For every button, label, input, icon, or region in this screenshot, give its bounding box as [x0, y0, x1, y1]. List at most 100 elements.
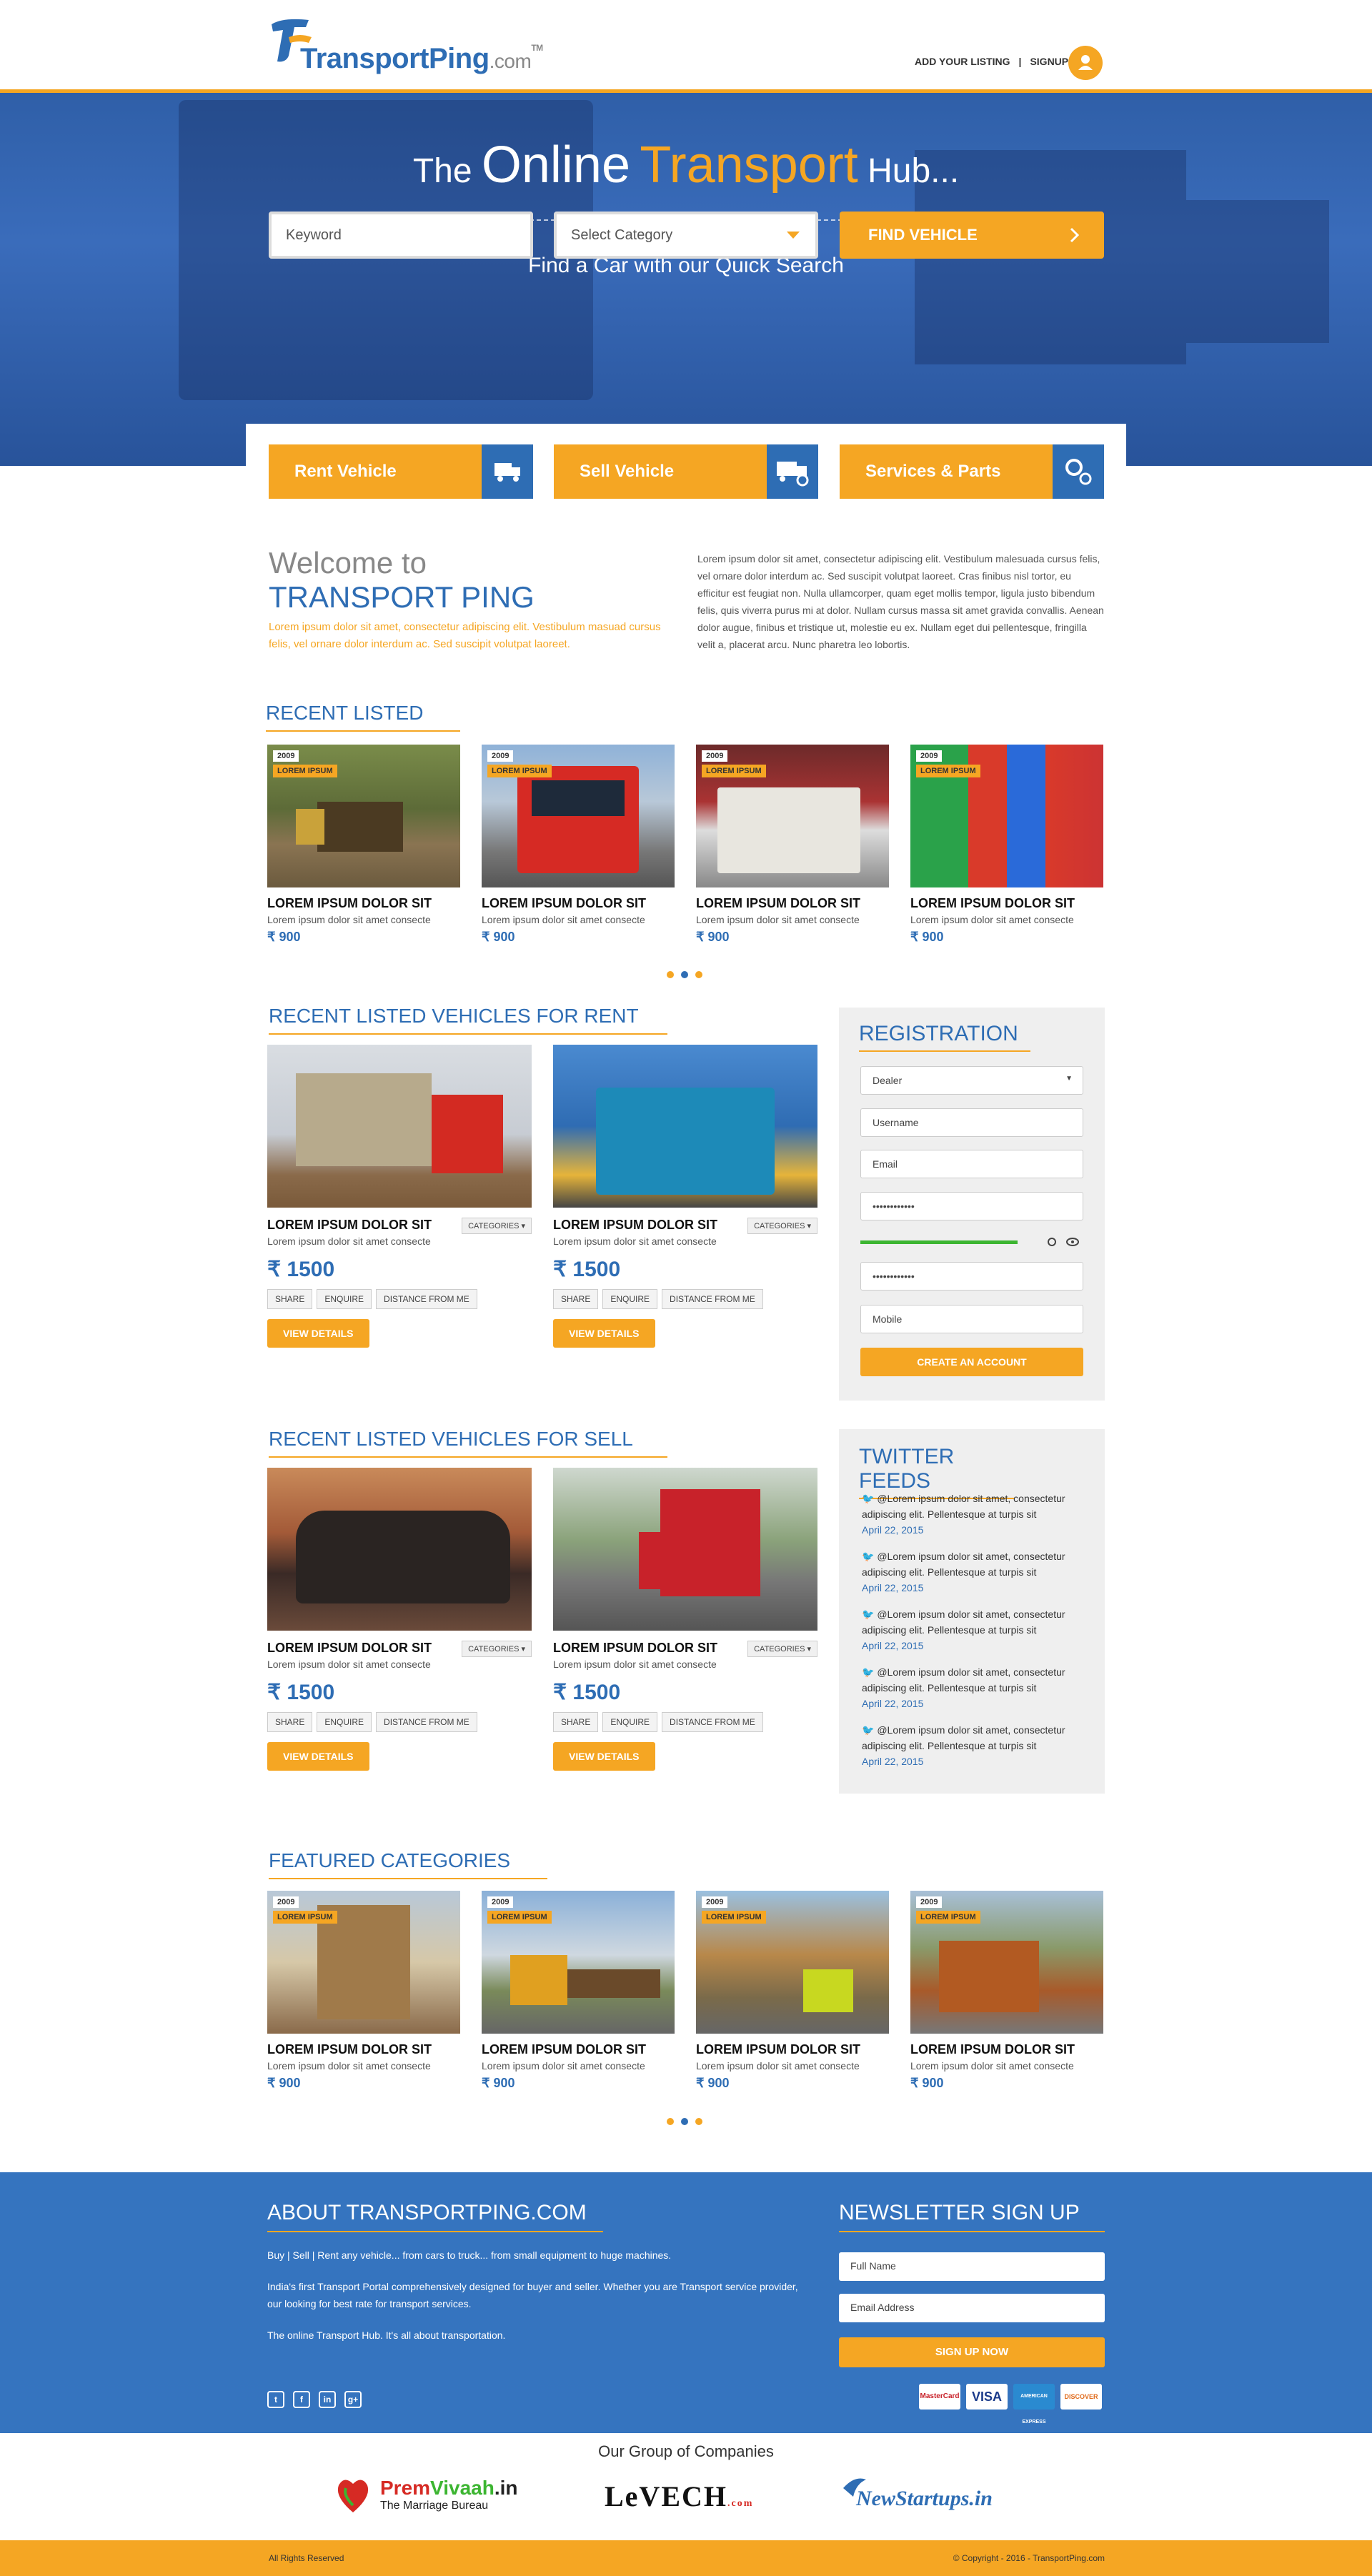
add-listing-link[interactable]: ADD YOUR LISTING	[915, 56, 1010, 67]
enquire-button[interactable]: ENQUIRE	[602, 1289, 658, 1309]
distance-button[interactable]: DISTANCE FROM ME	[376, 1712, 477, 1732]
signup-link[interactable]: SIGNUP	[1030, 56, 1068, 67]
tag-badge: LOREM IPSUM	[487, 1911, 552, 1924]
vehicle-photo[interactable]	[553, 1045, 817, 1208]
card-title[interactable]: LOREM IPSUM DOLOR SIT	[696, 896, 889, 911]
sell-section-title: RECENT LISTED VEHICLES FOR SELL	[269, 1428, 667, 1458]
enquire-button[interactable]: ENQUIRE	[317, 1289, 372, 1309]
tweet[interactable]: 🐦 @Lorem ipsum dolor sit amet, consectet…	[862, 1491, 1083, 1538]
recent-card[interactable]: 2009 LOREM IPSUM LOREM IPSUM DOLOR SIT Lo…	[482, 745, 675, 945]
find-vehicle-button[interactable]: FIND VEHICLE	[840, 212, 1104, 259]
share-button[interactable]: SHARE	[267, 1289, 313, 1309]
share-button[interactable]: SHARE	[553, 1712, 599, 1732]
view-details-button[interactable]: VIEW DETAILS	[267, 1319, 369, 1348]
card-price: ₹ 900	[482, 930, 515, 944]
share-button[interactable]: SHARE	[267, 1712, 313, 1732]
welcome-line2: TRANSPORT PING	[269, 580, 535, 614]
card-title[interactable]: LOREM IPSUM DOLOR SIT	[910, 896, 1103, 911]
vehicle-photo[interactable]: 2009 LOREM IPSUM	[696, 745, 889, 887]
vehicle-photo[interactable]: 2009 LOREM IPSUM	[482, 745, 675, 887]
googleplus-icon[interactable]: g+	[344, 2391, 362, 2408]
mobile-input[interactable]: Mobile	[860, 1305, 1083, 1333]
tweet[interactable]: 🐦 @Lorem ipsum dolor sit amet, consectet…	[862, 1548, 1083, 1596]
categories-dropdown[interactable]: CATEGORIES ▾	[462, 1641, 532, 1657]
vehicle-photo[interactable]: 2009 LOREM IPSUM	[910, 1891, 1103, 2034]
card-title[interactable]: LOREM IPSUM DOLOR SIT	[482, 896, 675, 911]
categories-dropdown[interactable]: CATEGORIES ▾	[747, 1641, 817, 1657]
sell-listing-card[interactable]: LOREM IPSUM DOLOR SIT Lorem ipsum dolor …	[553, 1468, 817, 1771]
share-button[interactable]: SHARE	[553, 1289, 599, 1309]
carousel-dot[interactable]	[681, 2118, 688, 2125]
vehicle-photo[interactable]: 2009 LOREM IPSUM	[696, 1891, 889, 2034]
facebook-icon[interactable]: f	[293, 2391, 310, 2408]
view-details-button[interactable]: VIEW DETAILS	[267, 1742, 369, 1771]
site-logo[interactable]: TransportPing.comTM	[300, 43, 543, 75]
refresh-icon[interactable]	[1046, 1236, 1058, 1248]
view-details-button[interactable]: VIEW DETAILS	[553, 1319, 655, 1348]
password-input[interactable]: ••••••••••••	[860, 1192, 1083, 1220]
featured-card[interactable]: 2009 LOREM IPSUM LOREM IPSUM DOLOR SIT Lo…	[267, 1891, 460, 2091]
card-title[interactable]: LOREM IPSUM DOLOR SIT	[267, 896, 460, 911]
featured-card[interactable]: 2009 LOREM IPSUM LOREM IPSUM DOLOR SIT Lo…	[910, 1891, 1103, 2091]
recent-card[interactable]: 2009 LOREM IPSUM LOREM IPSUM DOLOR SIT Lo…	[267, 745, 460, 945]
email-input[interactable]: Email	[860, 1150, 1083, 1178]
tweet[interactable]: 🐦 @Lorem ipsum dolor sit amet, consectet…	[862, 1722, 1083, 1769]
listing-price: ₹ 1500	[553, 1681, 621, 1704]
keyword-input[interactable]: Keyword	[269, 212, 533, 259]
card-title[interactable]: LOREM IPSUM DOLOR SIT	[267, 2042, 460, 2057]
services-parts-button[interactable]: Services & Parts	[840, 444, 1104, 499]
vehicle-photo[interactable]: 2009 LOREM IPSUM	[910, 745, 1103, 887]
create-account-button[interactable]: CREATE AN ACCOUNT	[860, 1348, 1083, 1376]
categories-dropdown[interactable]: CATEGORIES ▾	[747, 1218, 817, 1234]
newsletter-email-input[interactable]: Email Address	[839, 2294, 1105, 2322]
linkedin-icon[interactable]: in	[319, 2391, 336, 2408]
rent-listing-card[interactable]: LOREM IPSUM DOLOR SIT Lorem ipsum dolor …	[553, 1045, 817, 1348]
confirm-password-input[interactable]: ••••••••••••	[860, 1262, 1083, 1291]
carousel-dot[interactable]	[667, 2118, 674, 2125]
featured-card[interactable]: 2009 LOREM IPSUM LOREM IPSUM DOLOR SIT Lo…	[696, 1891, 889, 2091]
username-input[interactable]: Username	[860, 1108, 1083, 1137]
distance-button[interactable]: DISTANCE FROM ME	[662, 1712, 763, 1732]
tweet[interactable]: 🐦 @Lorem ipsum dolor sit amet, consectet…	[862, 1664, 1083, 1711]
card-title[interactable]: LOREM IPSUM DOLOR SIT	[482, 2042, 675, 2057]
enquire-button[interactable]: ENQUIRE	[602, 1712, 658, 1732]
sell-vehicle-button[interactable]: Sell Vehicle	[554, 444, 818, 499]
signup-now-button[interactable]: SIGN UP NOW	[839, 2337, 1105, 2367]
tweet[interactable]: 🐦 @Lorem ipsum dolor sit amet, consectet…	[862, 1606, 1083, 1653]
featured-card[interactable]: 2009 LOREM IPSUM LOREM IPSUM DOLOR SIT Lo…	[482, 1891, 675, 2091]
rent-listing-card[interactable]: LOREM IPSUM DOLOR SIT Lorem ipsum dolor …	[267, 1045, 532, 1348]
card-price: ₹ 900	[696, 930, 730, 944]
about-text-2: India's first Transport Portal comprehen…	[267, 2281, 798, 2309]
enquire-button[interactable]: ENQUIRE	[317, 1712, 372, 1732]
vehicle-photo[interactable]	[553, 1468, 817, 1631]
user-account-button[interactable]	[1068, 46, 1103, 80]
view-details-button[interactable]: VIEW DETAILS	[553, 1742, 655, 1771]
vehicle-photo[interactable]: 2009 LOREM IPSUM	[267, 1891, 460, 2034]
sell-listing-card[interactable]: LOREM IPSUM DOLOR SIT Lorem ipsum dolor …	[267, 1468, 532, 1771]
newsletter-name-input[interactable]: Full Name	[839, 2252, 1105, 2281]
rent-vehicle-button[interactable]: Rent Vehicle	[269, 444, 533, 499]
distance-button[interactable]: DISTANCE FROM ME	[662, 1289, 763, 1309]
category-select[interactable]: Select Category	[554, 212, 818, 259]
card-price: ₹ 900	[696, 2076, 730, 2090]
carousel-dot[interactable]	[667, 971, 674, 978]
levech-logo[interactable]: LeVECH.com	[605, 2480, 776, 2515]
vehicle-photo[interactable]	[267, 1045, 532, 1208]
account-type-select[interactable]: Dealer ▼	[860, 1066, 1083, 1095]
vehicle-photo[interactable]: 2009 LOREM IPSUM	[267, 745, 460, 887]
carousel-dot[interactable]	[681, 971, 688, 978]
recent-card[interactable]: 2009 LOREM IPSUM LOREM IPSUM DOLOR SIT Lo…	[696, 745, 889, 945]
carousel-dot[interactable]	[695, 2118, 702, 2125]
distance-button[interactable]: DISTANCE FROM ME	[376, 1289, 477, 1309]
twitter-icon[interactable]: t	[267, 2391, 284, 2408]
card-title[interactable]: LOREM IPSUM DOLOR SIT	[696, 2042, 889, 2057]
categories-dropdown[interactable]: CATEGORIES ▾	[462, 1218, 532, 1234]
premvivaah-logo[interactable]: PremVivaah.in The Marriage Bureau	[333, 2472, 533, 2515]
vehicle-photo[interactable]	[267, 1468, 532, 1631]
newstartups-logo[interactable]: NewStartups.in	[840, 2474, 1040, 2517]
eye-icon[interactable]	[1066, 1236, 1079, 1248]
vehicle-photo[interactable]: 2009 LOREM IPSUM	[482, 1891, 675, 2034]
recent-card[interactable]: 2009 LOREM IPSUM LOREM IPSUM DOLOR SIT Lo…	[910, 745, 1103, 945]
card-title[interactable]: LOREM IPSUM DOLOR SIT	[910, 2042, 1103, 2057]
carousel-dot[interactable]	[695, 971, 702, 978]
